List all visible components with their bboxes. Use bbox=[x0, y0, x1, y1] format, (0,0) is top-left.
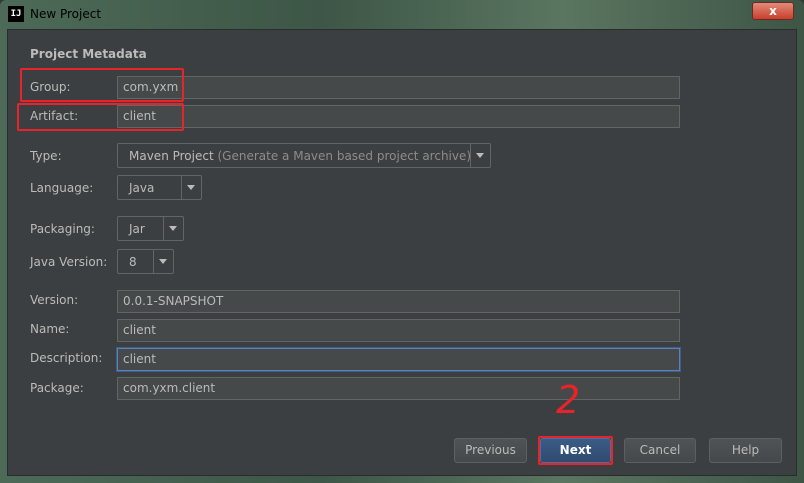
java-version-combo[interactable]: 8 bbox=[117, 249, 174, 274]
packaging-combo-value: Jar bbox=[129, 222, 145, 236]
annotation-box-artifact bbox=[17, 103, 184, 131]
window-title: New Project bbox=[30, 7, 102, 21]
name-label: Name: bbox=[30, 322, 70, 336]
package-field[interactable]: com.yxm.client bbox=[117, 377, 680, 400]
help-button[interactable]: Help bbox=[709, 438, 782, 463]
type-combo-value: Maven Project (Generate a Maven based pr… bbox=[129, 149, 472, 163]
chevron-down-icon[interactable] bbox=[163, 217, 183, 240]
name-field[interactable]: client bbox=[117, 319, 680, 342]
dialog-window: IJ New Project x Project Metadata Group:… bbox=[0, 0, 804, 483]
group-field[interactable]: com.yxm bbox=[117, 76, 680, 99]
intellij-app-icon: IJ bbox=[8, 6, 24, 22]
chevron-down-icon[interactable] bbox=[153, 250, 173, 273]
java-version-label: Java Version: bbox=[30, 255, 108, 269]
type-combo[interactable]: Maven Project (Generate a Maven based pr… bbox=[117, 143, 491, 168]
language-combo-value: Java bbox=[129, 181, 155, 195]
title-bar[interactable]: IJ New Project x bbox=[0, 0, 804, 28]
close-window-button[interactable]: x bbox=[752, 2, 794, 20]
section-title: Project Metadata bbox=[30, 47, 147, 61]
version-field[interactable]: 0.0.1-SNAPSHOT bbox=[117, 290, 680, 313]
cancel-button[interactable]: Cancel bbox=[624, 438, 696, 463]
java-version-combo-value: 8 bbox=[129, 255, 137, 269]
package-label: Package: bbox=[30, 381, 84, 395]
version-label: Version: bbox=[30, 293, 79, 307]
previous-button[interactable]: Previous bbox=[454, 438, 527, 463]
language-label: Language: bbox=[30, 181, 94, 195]
artifact-field[interactable]: client bbox=[117, 105, 680, 128]
packaging-combo[interactable]: Jar bbox=[117, 216, 184, 241]
language-combo[interactable]: Java bbox=[117, 175, 202, 200]
description-field[interactable]: client bbox=[117, 348, 680, 371]
annotation-box-next bbox=[538, 436, 613, 465]
chevron-down-icon[interactable] bbox=[470, 144, 490, 167]
chevron-down-icon[interactable] bbox=[181, 176, 201, 199]
annotation-number: 2 bbox=[556, 378, 581, 422]
packaging-label: Packaging: bbox=[30, 222, 95, 236]
description-label: Description: bbox=[30, 351, 103, 365]
annotation-box-group bbox=[20, 68, 184, 102]
type-label: Type: bbox=[30, 149, 62, 163]
